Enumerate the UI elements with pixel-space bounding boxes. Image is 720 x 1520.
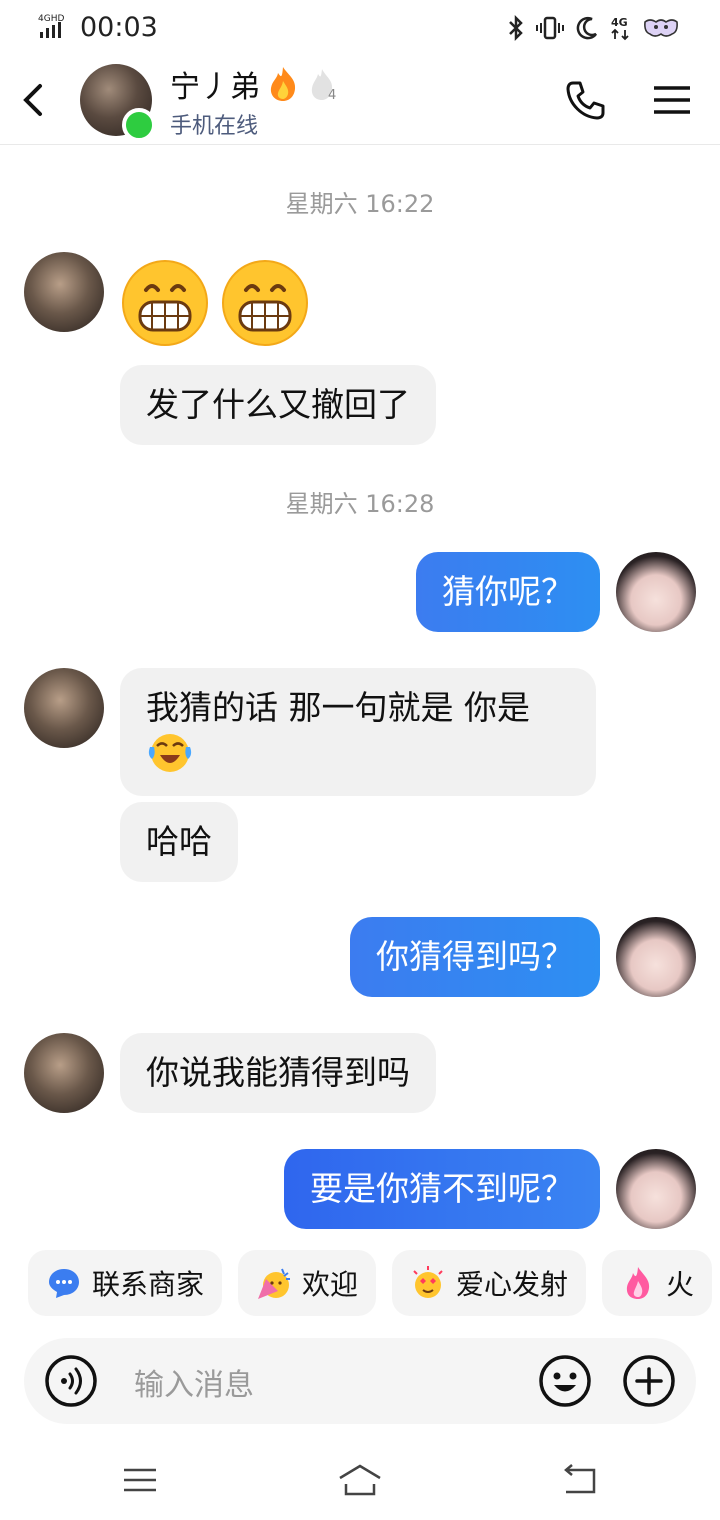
incoming-message-bubble[interactable]: 发了什么又撤回了 — [120, 365, 436, 445]
incoming-message-bubble[interactable]: 你说我能猜得到吗 — [120, 1033, 436, 1113]
contact-message-avatar[interactable] — [24, 1033, 104, 1113]
chip-label: 火 — [666, 1268, 695, 1301]
chip-label: 联系商家 — [92, 1268, 205, 1301]
contact-name: 宁丿弟 — [170, 70, 260, 105]
mobile-data-icon: 4G — [611, 16, 629, 41]
quick-actions-bar: 联系商家 欢迎 爱心发射 火 — [28, 1250, 713, 1316]
incoming-message-bubble[interactable]: 我猜的话 那一句就是 你是 — [120, 668, 596, 796]
grinning-icon — [222, 260, 308, 346]
status-time: 00:03 — [80, 12, 158, 43]
phone-call-icon[interactable] — [564, 78, 608, 122]
chip-label: 爱心发射 — [456, 1268, 569, 1301]
quick-action-heart-launch[interactable]: 爱心发射 — [392, 1250, 587, 1316]
chat-header: 宁丿弟 4 手机在线 — [0, 56, 720, 145]
emoji-picker-icon[interactable] — [538, 1354, 592, 1408]
incoming-message-bubble[interactable]: 哈哈 — [120, 802, 238, 882]
svg-text:4G: 4G — [611, 16, 628, 29]
signal-icon: 4GHD — [38, 14, 64, 38]
message-text: 我猜的话 那一句就是 你是 — [146, 688, 530, 727]
emoji-message[interactable] — [120, 258, 310, 348]
outgoing-message-bubble[interactable]: 你猜得到吗？ — [350, 917, 600, 997]
home-icon[interactable] — [336, 1460, 384, 1500]
self-avatar[interactable] — [616, 1149, 696, 1229]
contact-message-avatar[interactable] — [24, 252, 104, 332]
flame-streak-icon — [270, 67, 296, 101]
battery-icon — [644, 19, 678, 37]
menu-icon[interactable] — [652, 84, 692, 116]
chat-bubble-icon — [49, 1269, 79, 1298]
status-bar: 4GHD 00:03 4G — [0, 0, 720, 56]
quick-action-contact-merchant[interactable]: 联系商家 — [28, 1250, 223, 1316]
recent-apps-icon[interactable] — [120, 1460, 160, 1500]
grinning-icon — [122, 260, 208, 346]
quick-action-fire[interactable]: 火 — [602, 1250, 713, 1316]
quick-action-welcome[interactable]: 欢迎 — [238, 1250, 377, 1316]
message-input-bar: 输入消息 — [24, 1338, 696, 1424]
laughing-crying-icon — [148, 734, 192, 772]
contact-status: 手机在线 — [170, 114, 259, 139]
status-icons: 4G — [506, 14, 680, 42]
heart-face-icon — [413, 1266, 443, 1298]
outgoing-message-bubble[interactable]: 猜你呢？ — [416, 552, 600, 632]
bluetooth-icon — [509, 14, 523, 42]
contact-message-avatar[interactable] — [24, 668, 104, 748]
chip-label: 欢迎 — [302, 1268, 359, 1301]
add-attachment-icon[interactable] — [622, 1354, 676, 1408]
self-avatar[interactable] — [616, 552, 696, 632]
party-icon — [258, 1268, 291, 1299]
contact-name-row[interactable]: 宁丿弟 4 — [170, 62, 342, 106]
flame-icon — [626, 1267, 650, 1299]
svg-text:4: 4 — [328, 88, 336, 103]
back-arrow-icon[interactable] — [14, 78, 54, 122]
online-indicator — [122, 108, 156, 142]
message-timestamp: 星期六 16:22 — [285, 190, 435, 218]
vibrate-icon — [536, 16, 564, 40]
outgoing-message-bubble[interactable]: 要是你猜不到呢？ — [284, 1149, 600, 1229]
message-timestamp: 星期六 16:28 — [285, 490, 435, 518]
do-not-disturb-moon-icon — [576, 16, 598, 40]
voice-input-icon[interactable] — [44, 1354, 98, 1408]
message-input[interactable]: 输入消息 — [134, 1360, 254, 1404]
self-avatar[interactable] — [616, 917, 696, 997]
system-navigation-bar — [0, 1440, 720, 1520]
level-badge-icon: 4 — [311, 69, 336, 103]
back-nav-icon[interactable] — [560, 1460, 600, 1500]
